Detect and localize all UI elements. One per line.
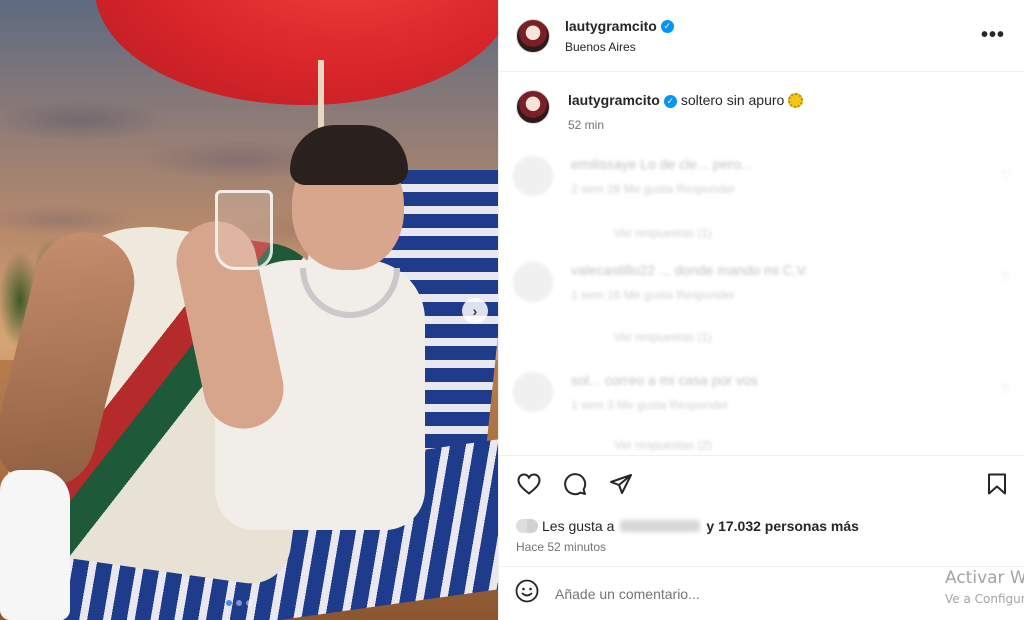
likes-prefix: Les gusta a xyxy=(542,518,615,534)
more-options-icon[interactable]: ••• xyxy=(981,24,1005,47)
comment-like-icon[interactable]: ♡ xyxy=(1000,270,1011,284)
avatar[interactable] xyxy=(513,372,553,412)
comment-meta[interactable]: 1 sem 16 Me gusta Responder xyxy=(571,288,809,302)
location-link[interactable]: Buenos Aires xyxy=(565,40,674,54)
comment-body: sol... correo a mi casa por vos 1 sem 3 … xyxy=(571,372,758,412)
post-actions: Les gusta a y 17.032 personas más Hace 5… xyxy=(499,455,1024,565)
comment-meta[interactable]: 1 sem 3 Me gusta Responder xyxy=(571,398,758,412)
heart-icon[interactable] xyxy=(515,470,543,498)
photo-hair xyxy=(290,125,408,185)
comment-like-icon[interactable]: ♡ xyxy=(1000,168,1011,182)
sun-emoji-icon xyxy=(788,93,804,108)
caption-username[interactable]: lautygramcito xyxy=(568,92,660,108)
comment-item: sol... correo a mi casa por vos 1 sem 3 … xyxy=(513,372,758,412)
comment-meta[interactable]: 2 sem 28 Me gusta Responder xyxy=(571,182,752,196)
comment-icon[interactable] xyxy=(561,470,589,498)
action-icons xyxy=(515,470,635,498)
comments-list: emilissaye Lo de cle... pero... 2 sem 28… xyxy=(499,150,1024,455)
carousel-dot xyxy=(246,600,252,606)
emoji-icon[interactable] xyxy=(515,579,539,608)
avatar[interactable] xyxy=(516,18,550,53)
watermark-subtitle: Ve a Configur xyxy=(945,592,1024,606)
liker-avatars xyxy=(516,519,538,533)
comment-body: emilissaye Lo de cle... pero... 2 sem 28… xyxy=(571,156,752,196)
comment-text: sol... correo a mi casa por vos xyxy=(571,372,758,388)
carousel-dot xyxy=(226,600,232,606)
photo-sneaker xyxy=(0,470,70,620)
post-timestamp: Hace 52 minutos xyxy=(516,540,607,554)
comment-input[interactable] xyxy=(555,585,915,602)
view-replies-link[interactable]: Ver respuestas (1) xyxy=(614,330,712,344)
avatar[interactable] xyxy=(513,156,553,196)
caption-body: lautygramcito ✓ soltero sin apuro 52 min xyxy=(568,90,804,132)
carousel-dot xyxy=(236,600,242,606)
post-detail-panel: lautygramcito ✓ Buenos Aires ••• lautygra… xyxy=(498,0,1024,620)
comment-like-icon[interactable]: ♡ xyxy=(1000,382,1011,396)
avatar[interactable] xyxy=(516,90,550,124)
caption: lautygramcito ✓ soltero sin apuro 52 min xyxy=(516,90,804,132)
caption-text: soltero sin apuro xyxy=(680,92,785,108)
avatar[interactable] xyxy=(513,262,553,302)
comment-text: emilissaye Lo de cle... pero... xyxy=(571,156,753,172)
carousel-dots xyxy=(226,600,252,606)
share-icon[interactable] xyxy=(607,470,635,498)
watermark-title: Activar W xyxy=(945,568,1024,588)
comment-item: valecastillo22 ... donde mando mi C.V. 1… xyxy=(513,262,809,302)
verified-badge-icon: ✓ xyxy=(663,94,677,108)
view-replies-link[interactable]: Ver respuestas (2) xyxy=(614,438,712,452)
post-photo[interactable]: › xyxy=(0,0,498,620)
view-replies-link[interactable]: Ver respuestas (1) xyxy=(614,226,712,240)
comment-body: valecastillo22 ... donde mando mi C.V. 1… xyxy=(571,262,809,302)
caption-time: 52 min xyxy=(568,118,605,132)
caption-line: lautygramcito ✓ soltero sin apuro xyxy=(568,92,804,108)
likes-summary[interactable]: Les gusta a y 17.032 personas más xyxy=(516,518,863,534)
comment-text: valecastillo22 ... donde mando mi C.V. xyxy=(571,262,809,278)
post-header-info: lautygramcito ✓ Buenos Aires xyxy=(565,18,674,54)
activation-watermark: Activar W Ve a Configur xyxy=(945,568,1024,606)
likes-count[interactable]: y 17.032 personas más xyxy=(706,518,859,534)
comment-item: emilissaye Lo de cle... pero... 2 sem 28… xyxy=(513,156,752,196)
photo-glass xyxy=(215,190,273,270)
username-link[interactable]: lautygramcito xyxy=(565,18,657,34)
post-header: lautygramcito ✓ Buenos Aires ••• xyxy=(499,0,1024,72)
liker-name-blurred xyxy=(620,520,701,532)
next-photo-button[interactable]: › xyxy=(462,298,488,324)
verified-badge-icon: ✓ xyxy=(660,19,674,33)
bookmark-icon[interactable] xyxy=(983,470,1011,498)
chevron-right-icon: › xyxy=(472,303,478,319)
